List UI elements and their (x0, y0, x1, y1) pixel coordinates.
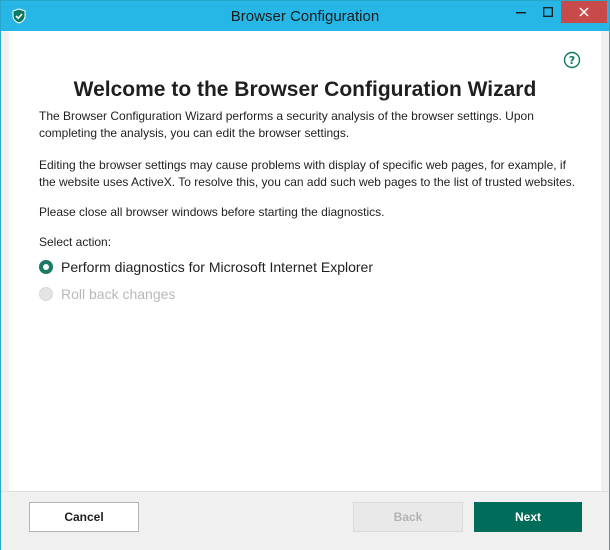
instruction-paragraph: Please close all browser windows before … (39, 205, 385, 219)
warning-paragraph: Editing the browser settings may cause p… (39, 158, 576, 189)
question-icon[interactable]: ? (563, 51, 581, 69)
option-roll-back: Roll back changes (39, 284, 175, 304)
intro-paragraph: The Browser Configuration Wizard perform… (39, 109, 534, 140)
back-button: Back (353, 502, 463, 532)
option-label: Roll back changes (61, 286, 176, 302)
select-action-label: Select action: (39, 235, 112, 249)
radio-disabled-icon (39, 287, 53, 301)
close-button[interactable] (561, 1, 607, 23)
cancel-button[interactable]: Cancel (29, 502, 139, 532)
radio-selected-icon[interactable] (39, 260, 53, 274)
maximize-icon (543, 7, 553, 17)
page-title: Welcome to the Browser Configuration Wiz… (73, 78, 537, 101)
option-label: Perform diagnostics for Microsoft Intern… (61, 259, 374, 275)
maximize-button[interactable] (535, 1, 561, 23)
wizard-window: Browser Configuration ? Welcome to the B… (0, 0, 610, 550)
next-button[interactable]: Next (474, 502, 582, 532)
svg-text:?: ? (569, 54, 575, 67)
minimize-icon (516, 12, 526, 14)
minimize-button[interactable] (507, 1, 535, 23)
button-bar: Cancel Back Next (1, 491, 609, 550)
option-perform-diagnostics[interactable]: Perform diagnostics for Microsoft Intern… (39, 257, 373, 277)
wizard-content: ? Welcome to the Browser Configuration W… (9, 31, 601, 491)
close-icon (579, 7, 589, 17)
title-bar[interactable]: Browser Configuration (1, 1, 609, 31)
